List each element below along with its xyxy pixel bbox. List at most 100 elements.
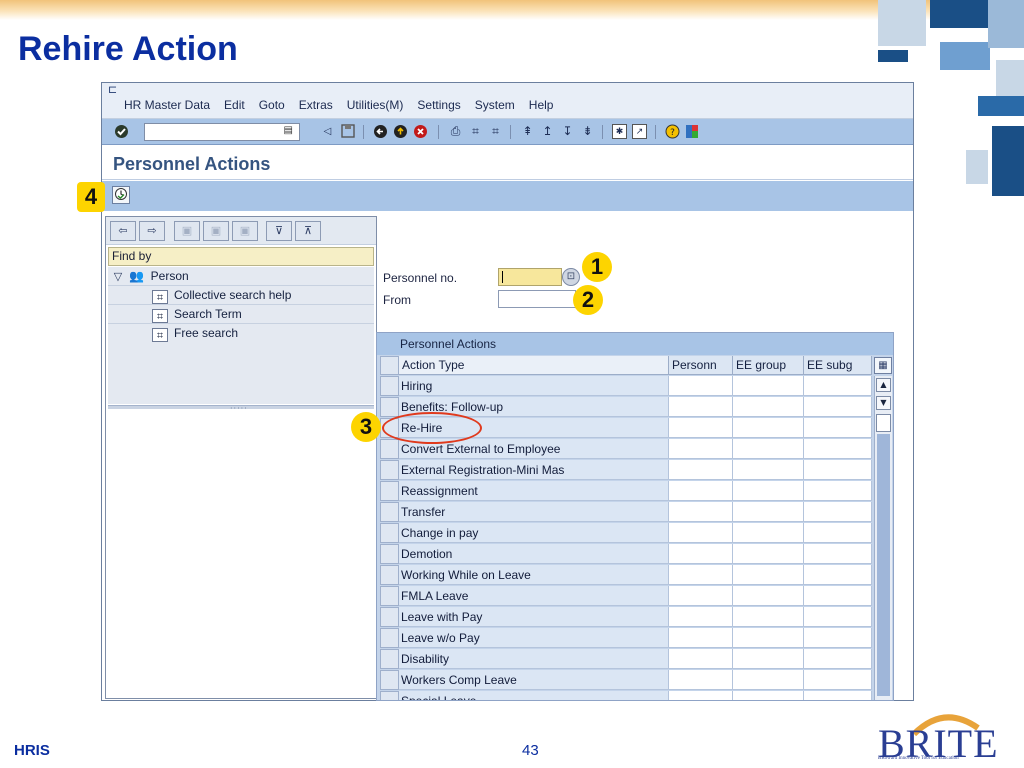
save-icon[interactable] [340, 124, 355, 139]
menu-hr-master-data[interactable]: HR Master Data [124, 98, 210, 112]
table-cell[interactable] [804, 586, 872, 606]
table-cell[interactable] [669, 397, 733, 417]
row-select-button[interactable] [380, 502, 399, 522]
table-cell[interactable] [733, 586, 804, 606]
execute-action-button[interactable] [112, 186, 130, 204]
table-row[interactable]: Re-Hire [399, 418, 669, 438]
table-cell[interactable] [804, 649, 872, 669]
row-select-button[interactable] [380, 670, 399, 690]
table-cell[interactable] [669, 502, 733, 522]
table-cell[interactable] [804, 397, 872, 417]
row-select-button[interactable] [380, 439, 399, 459]
table-vertical-scrollbar[interactable]: ▲ ▼ [874, 376, 892, 700]
scroll-thumb[interactable] [876, 414, 891, 432]
table-cell[interactable] [733, 439, 804, 459]
table-row[interactable]: Workers Comp Leave [399, 670, 669, 690]
table-cell[interactable] [804, 544, 872, 564]
row-select-button[interactable] [380, 607, 399, 627]
column-ee-subgroup[interactable]: EE subg [804, 356, 872, 375]
scroll-down-button[interactable]: ▼ [876, 396, 891, 410]
shortcut-icon[interactable]: ↗ [632, 124, 647, 139]
table-row[interactable]: Transfer [399, 502, 669, 522]
table-cell[interactable] [804, 418, 872, 438]
table-cell[interactable] [669, 523, 733, 543]
table-cell[interactable] [733, 544, 804, 564]
row-select-button[interactable] [380, 586, 399, 606]
find-icon[interactable]: ⌗ [468, 124, 483, 139]
select-all-button[interactable] [380, 356, 399, 375]
menu-edit[interactable]: Edit [224, 98, 245, 112]
row-select-button[interactable] [380, 460, 399, 480]
table-cell[interactable] [733, 649, 804, 669]
back-icon[interactable]: ◁ [320, 124, 335, 139]
table-cell[interactable] [669, 376, 733, 396]
table-cell[interactable] [804, 460, 872, 480]
layout-icon[interactable] [685, 124, 700, 139]
menu-extras[interactable]: Extras [299, 98, 333, 112]
row-select-button[interactable] [380, 565, 399, 585]
table-cell[interactable] [804, 670, 872, 690]
nav-forward-button[interactable]: ⇨ [139, 221, 165, 241]
command-history-icon[interactable]: ▤ [284, 125, 293, 136]
tree-item-search-term[interactable]: ⌗ Search Term [152, 305, 242, 323]
table-cell[interactable] [669, 691, 733, 700]
table-cell[interactable] [804, 523, 872, 543]
table-row[interactable]: Working While on Leave [399, 565, 669, 585]
table-cell[interactable] [669, 607, 733, 627]
tree-person-node[interactable]: ▽ 👥 Person [110, 267, 189, 285]
table-cell[interactable] [669, 481, 733, 501]
table-row[interactable]: Leave with Pay [399, 607, 669, 627]
table-cell[interactable] [733, 376, 804, 396]
table-cell[interactable] [733, 607, 804, 627]
table-cell[interactable] [804, 607, 872, 627]
table-cell[interactable] [669, 670, 733, 690]
row-select-button[interactable] [380, 649, 399, 669]
nav-btn-5[interactable]: ▣ [232, 221, 258, 241]
create-session-icon[interactable]: ✱ [612, 124, 627, 139]
table-cell[interactable] [669, 628, 733, 648]
cancel-icon[interactable] [413, 124, 428, 139]
last-page-icon[interactable]: ⇟ [580, 124, 595, 139]
table-cell[interactable] [804, 376, 872, 396]
first-page-icon[interactable]: ⇞ [520, 124, 535, 139]
table-cell[interactable] [669, 586, 733, 606]
nav-back-button[interactable]: ⇦ [110, 221, 136, 241]
table-cell[interactable] [669, 460, 733, 480]
table-row[interactable]: Hiring [399, 376, 669, 396]
table-row[interactable]: FMLA Leave [399, 586, 669, 606]
personnel-no-input[interactable] [498, 268, 562, 286]
panel-splitter[interactable]: ····· [108, 404, 374, 413]
from-date-input[interactable] [498, 290, 576, 308]
table-cell[interactable] [733, 523, 804, 543]
find-next-icon[interactable]: ⌗ [488, 124, 503, 139]
column-ee-group[interactable]: EE group [733, 356, 804, 375]
table-cell[interactable] [733, 670, 804, 690]
table-row[interactable]: Change in pay [399, 523, 669, 543]
table-cell[interactable] [733, 481, 804, 501]
table-row[interactable]: Special Leave [399, 691, 669, 700]
table-cell[interactable] [669, 418, 733, 438]
collapse-up-button[interactable]: ⊼ [295, 221, 321, 241]
enter-icon[interactable] [114, 124, 129, 139]
menu-system[interactable]: System [475, 98, 515, 112]
menu-settings[interactable]: Settings [417, 98, 460, 112]
row-select-button[interactable] [380, 628, 399, 648]
menu-goto[interactable]: Goto [259, 98, 285, 112]
command-field[interactable]: ▤ [144, 123, 300, 141]
table-cell[interactable] [733, 418, 804, 438]
table-cell[interactable] [804, 565, 872, 585]
nav-btn-4[interactable]: ▣ [203, 221, 229, 241]
row-select-button[interactable] [380, 481, 399, 501]
expand-down-button[interactable]: ⊽ [266, 221, 292, 241]
table-cell[interactable] [804, 439, 872, 459]
nav-btn-3[interactable]: ▣ [174, 221, 200, 241]
table-row[interactable]: Leave w/o Pay [399, 628, 669, 648]
column-personnel[interactable]: Personn [669, 356, 733, 375]
table-cell[interactable] [733, 691, 804, 700]
column-action-type[interactable]: Action Type [399, 356, 669, 375]
table-row[interactable]: Convert External to Employee [399, 439, 669, 459]
previous-page-icon[interactable]: ↥ [540, 124, 555, 139]
table-settings-icon[interactable]: ▦ [874, 357, 892, 374]
session-menu-icon[interactable]: ⊏ [108, 84, 122, 95]
menu-utilities[interactable]: Utilities(M) [347, 98, 404, 112]
